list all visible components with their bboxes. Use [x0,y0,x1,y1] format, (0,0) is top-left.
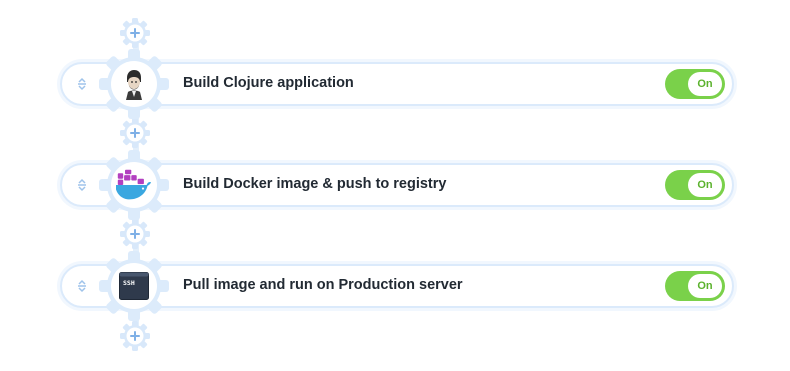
step-label: Build Clojure application [183,75,354,91]
add-step-button[interactable] [119,117,151,149]
step-label: Pull image and run on Production server [183,277,463,293]
drag-handle-icon[interactable] [75,77,89,91]
plus-icon [130,229,140,239]
add-step-button[interactable] [119,17,151,49]
step-toggle[interactable]: On [665,69,725,99]
plus-icon [130,28,140,38]
add-step-button[interactable] [119,218,151,250]
step-toggle[interactable]: On [665,271,725,301]
toggle-knob: On [688,173,722,197]
step-toggle[interactable]: On [665,170,725,200]
ssh-label: SSH [123,279,135,287]
step-label: Build Docker image & push to registry [183,176,447,192]
plus-icon [130,331,140,341]
step-icon-gear: SSH [97,249,171,323]
toggle-knob: On [688,72,722,96]
ssh-terminal-icon: SSH [116,268,152,304]
add-step-button[interactable] [119,320,151,352]
docker-whale-icon [116,167,152,203]
step-icon-gear [97,148,171,222]
drag-handle-icon[interactable] [75,178,89,192]
drag-handle-icon[interactable] [75,279,89,293]
plus-icon [130,128,140,138]
toggle-knob: On [688,274,722,298]
pipeline: Build Clojure application On Build Docke… [0,0,790,371]
clojure-portrait-icon [116,66,152,102]
step-icon-gear [97,47,171,121]
